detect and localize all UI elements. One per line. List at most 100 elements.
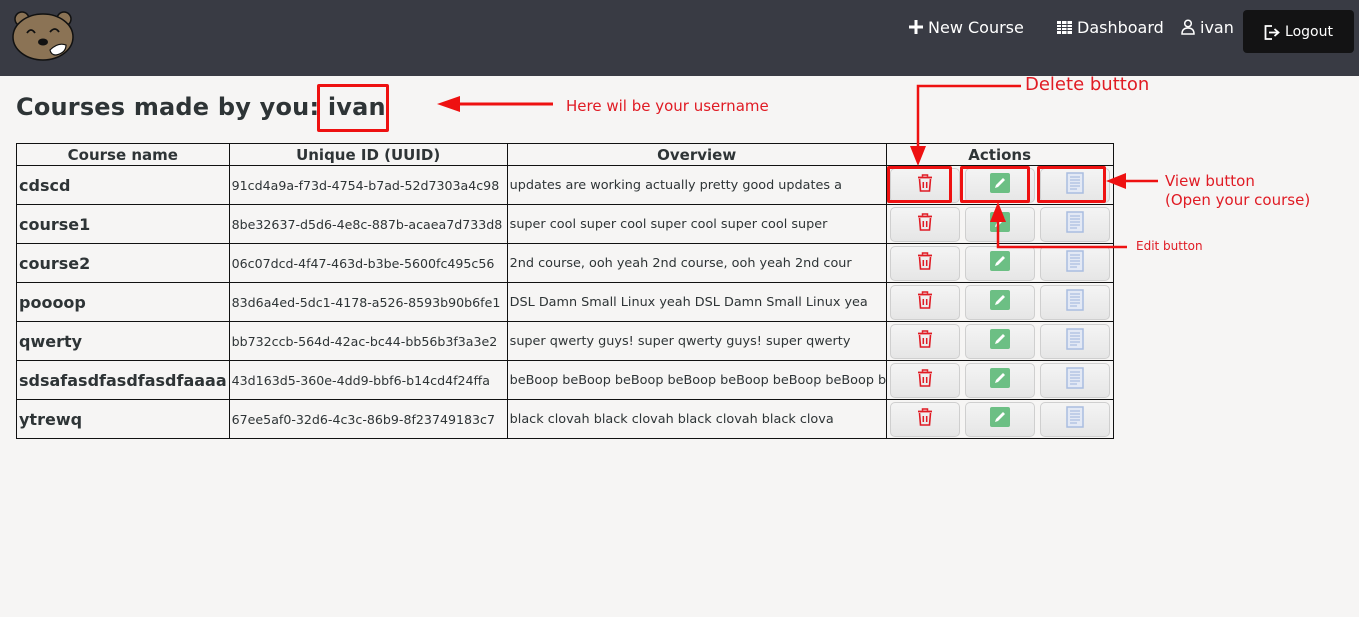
- dashboard-label: Dashboard: [1077, 17, 1164, 37]
- document-icon: [1065, 250, 1084, 276]
- logout-button[interactable]: Logout: [1243, 10, 1354, 53]
- pencil-icon: [989, 173, 1010, 197]
- new-course-label: New Course: [928, 17, 1024, 37]
- table-row: course2 06c07dcd-4f47-463d-b3be-5600fc495…: [16, 243, 1114, 283]
- actions-cell: [885, 282, 1114, 322]
- uuid-cell: 83d6a4ed-5dc1-4178-a526-8593b90b6fe1: [228, 282, 508, 322]
- actions-cell: [885, 360, 1114, 400]
- document-icon: [1065, 211, 1084, 237]
- view-button[interactable]: [1039, 284, 1110, 320]
- delete-button[interactable]: [889, 284, 960, 320]
- edit-button[interactable]: [964, 206, 1035, 242]
- edit-button[interactable]: [964, 401, 1035, 437]
- overview-cell: super cool super cool super cool super c…: [506, 204, 887, 244]
- pencil-icon: [989, 368, 1010, 392]
- course-name-cell: ytrewq: [16, 399, 230, 439]
- delete-annotation: Delete button: [1025, 74, 1150, 95]
- table-row: sdsafasdfasdfasdfaaaa 43d163d5-360e-4dd9-…: [16, 360, 1114, 400]
- trash-icon: [917, 369, 933, 391]
- trash-icon: [917, 291, 933, 313]
- course-name-cell: course2: [16, 243, 230, 283]
- course-name-cell: qwerty: [16, 321, 230, 361]
- overview-cell: beBoop beBoop beBoop beBoop beBoop beBoo…: [506, 360, 887, 400]
- page-title-prefix: Courses made by you:: [16, 93, 320, 121]
- overview-cell: black clovah black clovah black clovah b…: [506, 399, 887, 439]
- view-button[interactable]: [1039, 245, 1110, 281]
- document-icon: [1065, 328, 1084, 354]
- delete-button[interactable]: [889, 362, 960, 398]
- view-arrow: [1106, 173, 1158, 189]
- actions-group: [889, 401, 1111, 437]
- username-label: ivan: [1200, 17, 1234, 37]
- delete-button[interactable]: [889, 167, 960, 203]
- username-arrow: [437, 96, 553, 112]
- actions-cell: [885, 204, 1114, 244]
- user-icon: [1181, 19, 1195, 35]
- pencil-icon: [989, 407, 1010, 431]
- document-icon: [1065, 406, 1084, 432]
- edit-button[interactable]: [964, 323, 1035, 359]
- plus-icon: [909, 20, 923, 34]
- pencil-icon: [989, 251, 1010, 275]
- actions-group: [889, 362, 1111, 398]
- overview-cell: 2nd course, ooh yeah 2nd course, ooh yea…: [506, 243, 887, 283]
- view-button[interactable]: [1039, 206, 1110, 242]
- header-overview: Overview: [506, 143, 887, 166]
- page-title: Courses made by you: ivan: [16, 93, 386, 121]
- overview-cell: updates are working actually pretty good…: [506, 165, 887, 205]
- table-row: qwerty bb732ccb-564d-42ac-bc44-bb56b3f3a3…: [16, 321, 1114, 361]
- actions-cell: [885, 321, 1114, 361]
- logout-icon: [1264, 24, 1280, 40]
- delete-button[interactable]: [889, 323, 960, 359]
- view-annotation-line1: View button: [1165, 172, 1255, 190]
- document-icon: [1065, 289, 1084, 315]
- edit-button[interactable]: [964, 245, 1035, 281]
- navbar: New Course Dashboard ivan Logout: [0, 0, 1359, 76]
- header-actions: Actions: [885, 143, 1114, 166]
- view-button[interactable]: [1039, 401, 1110, 437]
- uuid-cell: bb732ccb-564d-42ac-bc44-bb56b3f3a3e2: [228, 321, 508, 361]
- trash-icon: [917, 408, 933, 430]
- actions-group: [889, 323, 1111, 359]
- actions-cell: [885, 165, 1114, 205]
- username-annotation: Here wil be your username: [566, 97, 769, 115]
- actions-group: [889, 284, 1111, 320]
- pencil-icon: [989, 329, 1010, 353]
- dashboard-link[interactable]: Dashboard: [1057, 16, 1164, 38]
- overview-cell: super qwerty guys! super qwerty guys! su…: [506, 321, 887, 361]
- edit-button[interactable]: [964, 284, 1035, 320]
- document-icon: [1065, 172, 1084, 198]
- uuid-cell: 06c07dcd-4f47-463d-b3be-5600fc495c56: [228, 243, 508, 283]
- table-row: course1 8be32637-d5d6-4e8c-887b-acaea7d73…: [16, 204, 1114, 244]
- delete-button[interactable]: [889, 401, 960, 437]
- header-uuid: Unique ID (UUID): [228, 143, 508, 166]
- trash-icon: [917, 330, 933, 352]
- uuid-cell: 8be32637-d5d6-4e8c-887b-acaea7d733d8: [228, 204, 508, 244]
- delete-button[interactable]: [889, 245, 960, 281]
- pencil-icon: [989, 212, 1010, 236]
- actions-group: [889, 245, 1111, 281]
- edit-button[interactable]: [964, 362, 1035, 398]
- table-header-row: Course name Unique ID (UUID) Overview Ac…: [16, 143, 1114, 166]
- course-name-cell: cdscd: [16, 165, 230, 205]
- user-link[interactable]: ivan: [1181, 16, 1234, 38]
- view-button[interactable]: [1039, 167, 1110, 203]
- edit-annotation: Edit button: [1136, 239, 1203, 253]
- view-button[interactable]: [1039, 362, 1110, 398]
- uuid-cell: 67ee5af0-32d6-4c3c-86b9-8f23749183c7: [228, 399, 508, 439]
- pencil-icon: [989, 290, 1010, 314]
- bear-logo-icon[interactable]: [10, 8, 76, 62]
- new-course-link[interactable]: New Course: [909, 16, 1024, 38]
- edit-button[interactable]: [964, 167, 1035, 203]
- table-row: ytrewq 67ee5af0-32d6-4c3c-86b9-8f23749183…: [16, 399, 1114, 439]
- delete-button[interactable]: [889, 206, 960, 242]
- actions-cell: [885, 399, 1114, 439]
- course-name-cell: poooop: [16, 282, 230, 322]
- uuid-cell: 91cd4a9a-f73d-4754-b7ad-52d7303a4c98: [228, 165, 508, 205]
- trash-icon: [917, 174, 933, 196]
- page-title-username: ivan: [327, 93, 386, 121]
- overview-cell: DSL Damn Small Linux yeah DSL Damn Small…: [506, 282, 887, 322]
- table-row: poooop 83d6a4ed-5dc1-4178-a526-8593b90b6f…: [16, 282, 1114, 322]
- view-button[interactable]: [1039, 323, 1110, 359]
- table-row: cdscd 91cd4a9a-f73d-4754-b7ad-52d7303a4c9…: [16, 165, 1114, 205]
